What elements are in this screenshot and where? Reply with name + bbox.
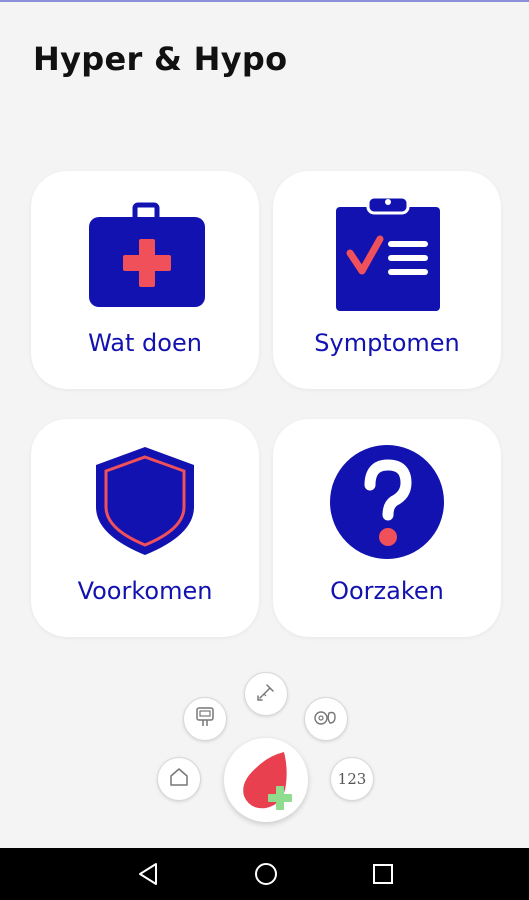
card-label: Symptomen xyxy=(314,329,460,357)
shield-icon xyxy=(92,445,198,561)
fab-item-nutrition[interactable] xyxy=(304,697,348,741)
recents-icon[interactable] xyxy=(370,860,396,892)
page-title: Hyper & Hypo xyxy=(33,40,288,78)
home-icon xyxy=(168,766,190,792)
first-aid-kit-icon xyxy=(85,201,205,315)
card-label: Voorkomen xyxy=(77,577,213,605)
card-oorzaken[interactable]: Oorzaken xyxy=(273,419,501,637)
fab-item-syringe[interactable] xyxy=(244,672,288,716)
clipboard-checklist-icon xyxy=(332,195,442,317)
card-label: Wat doen xyxy=(88,329,202,357)
fab-main-button[interactable] xyxy=(224,738,308,822)
card-voorkomen[interactable]: Voorkomen xyxy=(31,419,259,637)
status-divider xyxy=(0,0,529,2)
numbers-icon: 123 xyxy=(337,770,367,788)
fab-item-home[interactable] xyxy=(157,757,201,801)
syringe-icon xyxy=(254,680,278,708)
blood-drop-plus-icon xyxy=(234,748,300,818)
card-symptomen[interactable]: Symptomen xyxy=(273,171,501,389)
card-wat-doen[interactable]: Wat doen xyxy=(31,171,259,389)
fab-item-glucose-meter[interactable] xyxy=(183,697,227,741)
system-nav-bar xyxy=(0,848,529,900)
glucose-meter-icon xyxy=(193,705,217,733)
back-icon[interactable] xyxy=(136,860,162,892)
home-circle-icon[interactable] xyxy=(252,860,280,892)
question-mark-icon xyxy=(328,443,446,565)
nutrition-icon xyxy=(313,705,339,733)
fab-item-numbers[interactable]: 123 xyxy=(330,757,374,801)
card-label: Oorzaken xyxy=(330,577,444,605)
